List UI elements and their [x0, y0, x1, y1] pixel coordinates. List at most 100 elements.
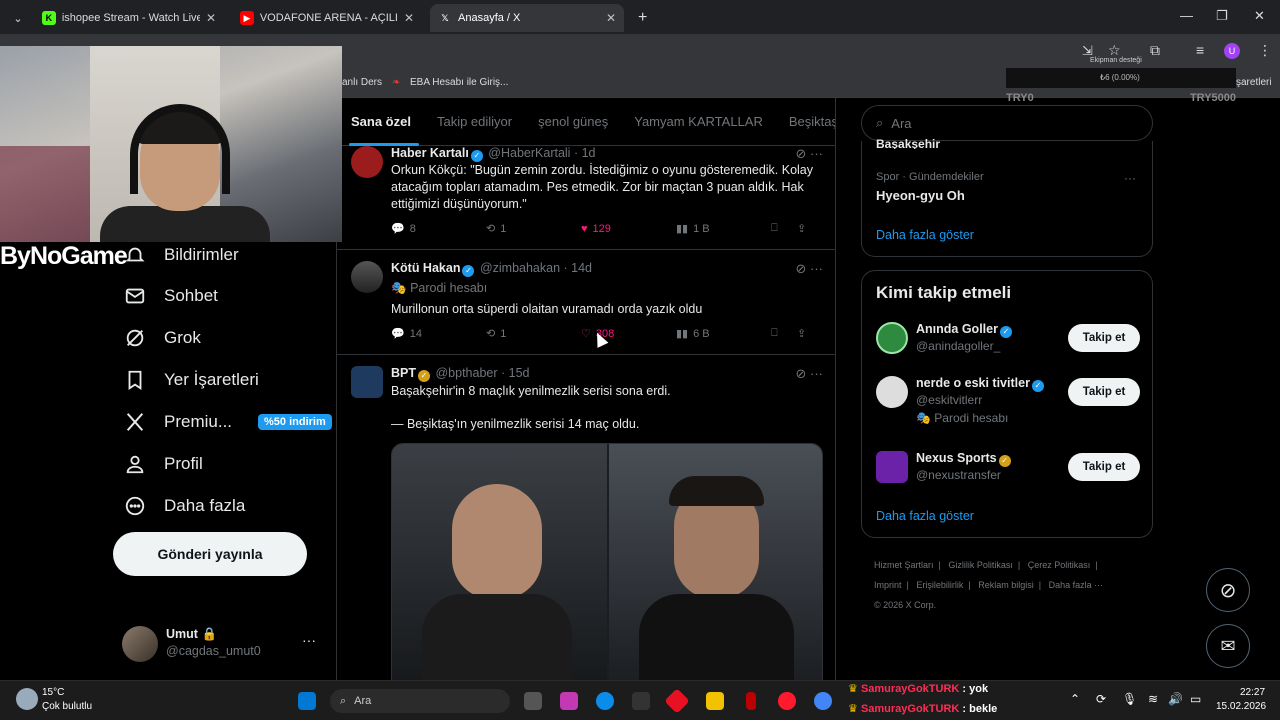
reply-button[interactable]: 💬 8 — [391, 222, 486, 236]
nav-item-notifications[interactable]: Bildirimler — [124, 244, 239, 266]
tweet-author[interactable]: Kötü Hakan — [391, 261, 460, 275]
nav-item-profile[interactable]: Profil — [124, 453, 203, 475]
chrome-icon[interactable] — [814, 692, 832, 710]
weather-temp: 15°C — [42, 687, 65, 698]
tray-icon[interactable]: ⟳ — [1096, 692, 1106, 706]
nav-item-grok[interactable]: Grok — [124, 327, 201, 349]
tab-list[interactable]: Yamyam KARTALLAR — [634, 114, 763, 129]
tab-following[interactable]: Takip ediliyor — [437, 114, 512, 129]
tab-list[interactable]: şenol güneş — [538, 114, 608, 129]
views-button[interactable]: ▮▮ 6 B — [676, 327, 771, 341]
tweet-handle[interactable]: @HaberKartali — [488, 146, 570, 160]
maximize-icon[interactable]: ❐ — [1216, 8, 1228, 24]
follow-suggestion[interactable]: Anında Goller ✓ @anindagoller_ Takip et — [876, 322, 1140, 372]
close-icon[interactable]: ✕ — [206, 11, 216, 25]
tweet[interactable]: Kötü Hakan ✓ @zimbahakan · 14d ⊘ ··· 🎭 Pa… — [337, 251, 835, 355]
nav-item-bookmarks[interactable]: Yer İşaretleri — [124, 369, 259, 391]
tweet-handle[interactable]: @zimbahakan — [480, 261, 560, 275]
copilot-icon[interactable] — [560, 692, 578, 710]
grok-icon[interactable]: ⊘ ··· — [796, 146, 824, 162]
grok-icon[interactable]: ⊘ ··· — [796, 261, 824, 277]
show-more-link[interactable]: Daha fazla göster — [876, 228, 974, 242]
show-more-link[interactable]: Daha fazla göster — [876, 509, 974, 523]
bookmark-item[interactable]: EBA Hesabı ile Giriş... — [410, 77, 508, 88]
follow-button[interactable]: Takip et — [1068, 378, 1140, 406]
tweet-author[interactable]: Haber Kartalı — [391, 146, 469, 160]
views-button[interactable]: ▮▮ 1 B — [676, 222, 771, 236]
clock-date[interactable]: 15.02.2026 — [1216, 701, 1266, 712]
nav-item-premium[interactable]: Premiu... %50 indirim — [124, 411, 332, 433]
verified-icon: ✓ — [470, 150, 483, 162]
tab-youtube[interactable]: ▶ VODAFONE ARENA - AÇILIŞ MA ✕ — [232, 4, 422, 32]
close-window-icon[interactable]: ✕ — [1254, 8, 1265, 24]
repost-button[interactable]: ⟲ 1 — [486, 222, 581, 236]
footer-link[interactable]: Çerez Politikası — [1028, 560, 1091, 570]
tab-search-button[interactable]: ⌄ — [4, 4, 32, 32]
account-switcher[interactable]: Umut 🔒 @cagdas_umut0 ··· — [122, 626, 322, 662]
follow-button[interactable]: Takip et — [1068, 453, 1140, 481]
footer-link[interactable]: Hizmet Şartları — [874, 560, 934, 570]
messages-fab[interactable]: ✉ — [1206, 624, 1250, 668]
share-icon[interactable]: ⇪ — [797, 222, 806, 235]
view-count: 6 B — [693, 327, 710, 340]
windows-start-icon[interactable] — [298, 692, 316, 710]
store-icon[interactable] — [632, 692, 650, 710]
chevron-up-icon[interactable]: ⌃ — [1070, 692, 1080, 706]
tweet[interactable]: BPT ✓ @bpthaber · 15d ⊘ ··· Başakşehir'in… — [337, 356, 835, 680]
media-icon[interactable]: ≡ — [1196, 42, 1204, 58]
footer-link[interactable]: Gizlilik Politikası — [948, 560, 1013, 570]
tab-list[interactable]: Beşiktaş — [789, 114, 835, 129]
search-input[interactable]: ⌕ Ara — [861, 105, 1153, 141]
app-icon[interactable] — [664, 688, 690, 714]
wifi-icon[interactable]: ≋ — [1148, 692, 1158, 706]
grok-fab[interactable]: ⊘ — [1206, 568, 1250, 612]
trend-name[interactable]: Hyeon-gyu Oh — [876, 188, 965, 203]
footer-link[interactable]: Reklam bilgisi — [978, 580, 1034, 590]
close-icon[interactable]: ✕ — [606, 11, 616, 25]
mic-icon[interactable]: 🎙 — [1122, 692, 1137, 706]
bookmark-icon[interactable]: ⎕ — [771, 327, 797, 340]
minimize-icon[interactable]: — — [1180, 8, 1193, 23]
bookmark-icon[interactable]: ⎕ — [771, 222, 797, 235]
repost-button[interactable]: ⟲ 1 — [486, 327, 581, 341]
footer-link[interactable]: Imprint — [874, 580, 902, 590]
nav-label: Grok — [164, 328, 201, 347]
follow-suggestion[interactable]: Nexus Sports ✓ @nexustransfer Takip et — [876, 451, 1140, 501]
tab-x[interactable]: 𝕏 Anasayfa / X ✕ — [430, 4, 624, 32]
netflix-icon[interactable] — [746, 692, 756, 710]
opera-icon[interactable] — [778, 692, 796, 710]
trend-name-cut[interactable]: Başakşehir — [876, 137, 940, 149]
close-icon[interactable]: ✕ — [404, 11, 414, 25]
volume-icon[interactable]: 🔊 — [1168, 692, 1183, 706]
folder-icon[interactable] — [706, 692, 724, 710]
menu-dots-icon[interactable]: ⋮ — [1258, 42, 1272, 59]
bookmark-item[interactable]: şaretleri — [1236, 77, 1272, 88]
footer-link[interactable]: Erişilebilirlik — [916, 580, 963, 590]
grok-icon[interactable]: ⊘ ··· — [796, 366, 824, 382]
bookmark-item[interactable]: anlı Ders — [342, 77, 382, 88]
clock-time[interactable]: 22:27 — [1240, 687, 1265, 698]
more-dots-icon[interactable]: ··· — [1124, 171, 1136, 185]
tab-for-you[interactable]: Sana özel — [351, 114, 411, 129]
tab-kick[interactable]: K ishopee Stream - Watch Live on ✕ — [34, 4, 224, 32]
new-tab-button[interactable]: + — [630, 4, 654, 32]
like-button[interactable]: ♥ 129 — [581, 223, 676, 235]
battery-icon[interactable]: ▭ — [1190, 692, 1201, 706]
edge-icon[interactable] — [596, 692, 614, 710]
tweet-author[interactable]: BPT — [391, 366, 416, 380]
task-view-icon[interactable] — [524, 692, 542, 710]
tweet-handle[interactable]: @bpthaber — [435, 366, 497, 380]
crown-icon: ♛ — [848, 703, 858, 715]
tweet[interactable]: Haber Kartalı ✓ @HaberKartali · 1d ⊘ ··· … — [337, 146, 835, 250]
post-button[interactable]: Gönderi yayınla — [113, 532, 307, 576]
tweet-image[interactable] — [391, 443, 823, 680]
avatar — [351, 261, 383, 293]
nav-item-more[interactable]: Daha fazla — [124, 495, 245, 517]
nav-item-chat[interactable]: Sohbet — [124, 285, 218, 307]
footer-link[interactable]: Daha fazla ··· — [1049, 580, 1104, 590]
taskbar-search[interactable]: ⌕ Ara — [330, 689, 510, 713]
follow-button[interactable]: Takip et — [1068, 324, 1140, 352]
follow-suggestion[interactable]: nerde o eski tivitler ✓ @eskitvitlerr 🎭 P… — [876, 376, 1140, 436]
reply-button[interactable]: 💬 14 — [391, 327, 486, 341]
share-icon[interactable]: ⇪ — [797, 327, 806, 340]
